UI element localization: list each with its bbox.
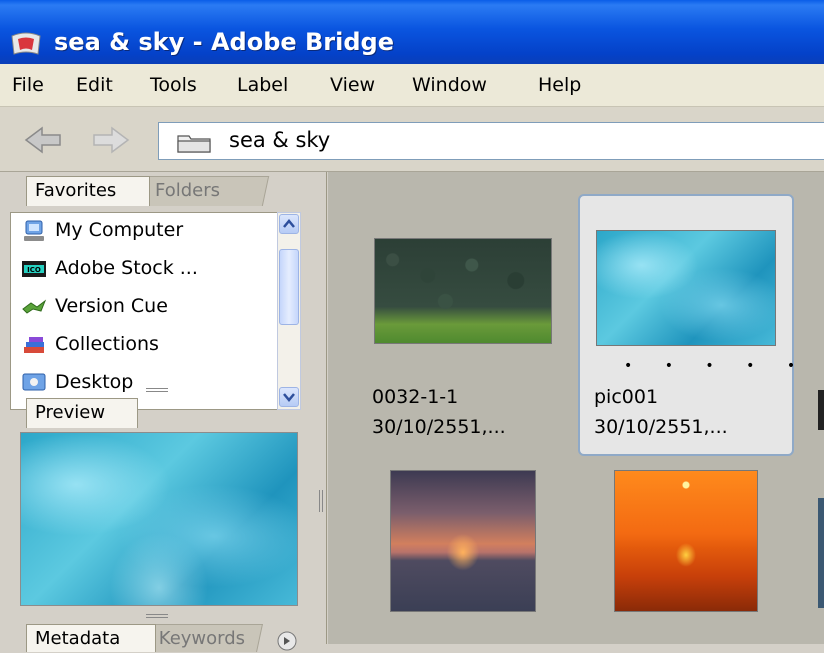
scroll-up-button[interactable]	[279, 214, 299, 234]
menu-file[interactable]: File	[12, 74, 44, 96]
chevron-down-icon	[283, 393, 295, 402]
tab-metadata[interactable]: Metadata	[26, 624, 156, 652]
menu-help[interactable]: Help	[538, 74, 581, 96]
menu-label[interactable]: Label	[237, 74, 288, 96]
scroll-thumb[interactable]	[279, 249, 299, 325]
thumbnail-date: 30/10/2551,...	[594, 416, 728, 438]
path-bar[interactable]: sea & sky	[158, 122, 824, 160]
thumbnail-image[interactable]	[390, 470, 536, 612]
thumbnail-date: 30/10/2551,...	[372, 416, 506, 438]
thumbnail-name: pic001	[594, 386, 659, 408]
favorite-label: Desktop	[55, 371, 134, 393]
favorite-label: Adobe Stock ...	[55, 257, 198, 279]
rating-stars[interactable]: • • • • •	[624, 358, 809, 374]
favorites-list: My Computer ICO Adobe Stock ... Version …	[10, 212, 278, 410]
thumbnail-card-selected[interactable]: • • • • • pic001 30/10/2551,...	[578, 194, 795, 456]
favorite-label: My Computer	[55, 219, 184, 241]
tab-keywords[interactable]: Keywords	[147, 624, 263, 652]
panel-menu-icon[interactable]	[276, 630, 298, 652]
svg-text:ICO: ICO	[27, 266, 41, 274]
thumbnail-name: 0032-1-1	[372, 386, 459, 408]
navigation-bar: sea & sky	[0, 107, 824, 172]
favorite-item[interactable]: Version Cue	[11, 289, 277, 325]
collections-icon	[24, 337, 44, 353]
splitter-grip	[319, 490, 323, 512]
tab-preview[interactable]: Preview	[26, 398, 138, 428]
tab-folders-label: Folders	[155, 180, 221, 201]
content-grid: 0032-1-1 30/10/2551,... • • • • • pic001…	[328, 172, 824, 644]
thumbnail-partial[interactable]	[818, 498, 824, 608]
forward-arrow-icon[interactable]	[90, 125, 130, 155]
back-arrow-icon[interactable]	[24, 125, 64, 155]
thumbnail-partial[interactable]	[818, 390, 824, 430]
chevron-up-icon	[283, 219, 295, 228]
left-panel: Favorites Folders My Computer ICO Adobe …	[0, 172, 313, 652]
favorite-item[interactable]: Desktop	[11, 365, 277, 401]
favorite-item[interactable]: ICO Adobe Stock ...	[11, 251, 277, 287]
favorite-item[interactable]: Collections	[11, 327, 277, 363]
pane-splitter[interactable]	[313, 172, 327, 644]
stock-photos-icon: ICO	[22, 261, 46, 277]
preview-image	[20, 432, 298, 606]
folder-icon	[177, 135, 211, 153]
thumbnail-image[interactable]	[614, 470, 758, 612]
desktop-icon	[22, 373, 46, 391]
window-title: sea & sky - Adobe Bridge	[54, 28, 395, 56]
panel-resize-grip[interactable]	[146, 614, 168, 618]
tab-keywords-label: Keywords	[158, 628, 246, 649]
menu-edit[interactable]: Edit	[76, 74, 113, 96]
computer-icon	[24, 220, 44, 241]
menu-bar: File Edit Tools Label View Window Help	[0, 64, 824, 107]
favorite-label: Version Cue	[55, 295, 168, 317]
menu-window[interactable]: Window	[412, 74, 487, 96]
version-cue-icon	[22, 299, 47, 314]
bridge-app-icon	[11, 32, 41, 55]
menu-tools[interactable]: Tools	[150, 74, 197, 96]
scroll-down-button[interactable]	[279, 387, 299, 407]
tab-favorites[interactable]: Favorites	[26, 176, 150, 206]
favorite-label: Collections	[55, 333, 159, 355]
thumbnail-card[interactable]: 0032-1-1 30/10/2551,...	[358, 202, 558, 452]
panel-resize-grip[interactable]	[146, 388, 168, 392]
favorite-item[interactable]: My Computer	[11, 213, 277, 249]
menu-view[interactable]: View	[330, 74, 375, 96]
path-text: sea & sky	[229, 128, 331, 152]
favorites-scrollbar[interactable]	[277, 212, 301, 410]
tab-folders[interactable]: Folders	[142, 176, 270, 206]
thumbnail-image	[596, 230, 776, 346]
title-bar[interactable]: sea & sky - Adobe Bridge	[0, 0, 824, 64]
thumbnail-image	[374, 238, 552, 344]
